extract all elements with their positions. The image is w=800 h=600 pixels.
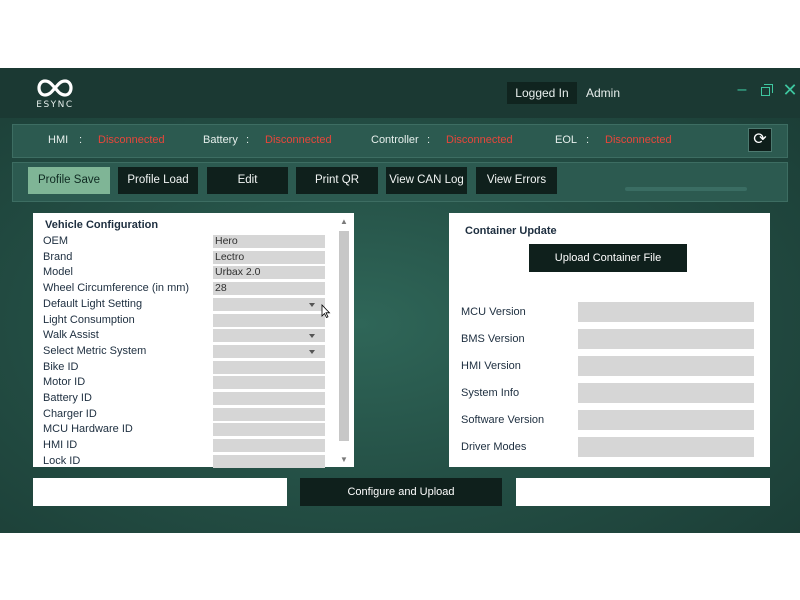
container-update-field[interactable] bbox=[578, 383, 754, 403]
vehicle-config-input[interactable] bbox=[213, 423, 325, 437]
container-update-field[interactable] bbox=[578, 302, 754, 322]
vehicle-config-dropdown[interactable] bbox=[213, 297, 325, 311]
eol-label: EOL bbox=[555, 134, 578, 146]
vehicle-config-label: Lock ID bbox=[43, 454, 81, 467]
progress-bar bbox=[625, 187, 747, 191]
vehicle-config-value: Lectro bbox=[215, 250, 245, 263]
container-update-label: Software Version bbox=[461, 414, 545, 426]
refresh-button[interactable]: ⟳ bbox=[748, 128, 772, 152]
user-name: Admin bbox=[586, 86, 621, 100]
view-can-log-button[interactable]: View CAN Log bbox=[386, 167, 467, 194]
vehicle-config-input[interactable] bbox=[213, 454, 325, 468]
connection-status-bar: HMI : Disconnected Battery : Disconnecte… bbox=[12, 124, 788, 158]
container-update-field[interactable] bbox=[578, 410, 754, 430]
container-update-label: Driver Modes bbox=[461, 441, 527, 453]
logo-text: ESYNC bbox=[36, 100, 74, 110]
configure-and-upload-button[interactable]: Configure and Upload bbox=[300, 478, 502, 506]
controller-separator: : bbox=[427, 134, 431, 146]
chevron-down-icon bbox=[309, 349, 315, 354]
vehicle-config-value: 28 bbox=[215, 282, 227, 295]
hmi-status: Disconnected bbox=[98, 134, 165, 146]
eol-status: Disconnected bbox=[605, 134, 672, 146]
chevron-down-icon bbox=[309, 302, 315, 307]
close-icon[interactable]: ✕ bbox=[782, 81, 798, 99]
vehicle-config-value: Urbax 2.0 bbox=[215, 266, 261, 279]
vehicle-configuration-panel: Vehicle Configuration OEM Hero Brand Lectro… bbox=[33, 213, 354, 468]
container-update-label: BMS Version bbox=[461, 333, 525, 345]
vehicle-config-input[interactable]: 28 bbox=[213, 282, 325, 296]
vehicle-config-input[interactable]: Urbax 2.0 bbox=[213, 266, 325, 280]
vehicle-config-input[interactable]: Hero bbox=[213, 235, 325, 248]
vehicle-config-label: Charger ID bbox=[43, 407, 97, 420]
left-footer-field[interactable] bbox=[33, 478, 287, 506]
view-errors-button[interactable]: View Errors bbox=[476, 167, 557, 194]
restore-icon[interactable] bbox=[759, 82, 775, 98]
container-update-label: HMI Version bbox=[461, 360, 521, 372]
vehicle-config-label: Default Light Setting bbox=[43, 297, 143, 310]
vehicle-config-input[interactable]: Lectro bbox=[213, 250, 325, 264]
battery-status: Disconnected bbox=[265, 134, 332, 146]
edit-button[interactable]: Edit bbox=[207, 167, 288, 194]
container-update-field[interactable] bbox=[578, 437, 754, 457]
scroll-down-icon[interactable]: ▼ bbox=[337, 455, 351, 465]
scroll-up-icon[interactable]: ▲ bbox=[337, 217, 351, 227]
hmi-label: HMI bbox=[48, 134, 69, 146]
mouse-pointer-icon bbox=[321, 304, 331, 318]
vehicle-config-label: Wheel Circumference (in mm) bbox=[43, 282, 190, 295]
eol-separator: : bbox=[586, 134, 590, 146]
login-status-badge: Logged In bbox=[507, 82, 577, 104]
vehicle-configuration-title: Vehicle Configuration bbox=[45, 219, 159, 231]
title-bar: ESYNC Logged In Admin – ✕ bbox=[0, 68, 800, 118]
controller-label: Controller bbox=[371, 134, 419, 146]
vehicle-config-label: Brand bbox=[43, 250, 73, 263]
battery-label: Battery bbox=[203, 134, 238, 146]
vehicle-config-value: Hero bbox=[215, 235, 238, 247]
vehicle-config-label: Select Metric System bbox=[43, 344, 147, 357]
profile-load-button[interactable]: Profile Load bbox=[118, 167, 198, 194]
profile-save-button[interactable]: Profile Save bbox=[28, 167, 110, 194]
vehicle-config-label: MCU Hardware ID bbox=[43, 423, 133, 436]
vehicle-config-label: Model bbox=[43, 266, 73, 279]
container-update-title: Container Update bbox=[465, 225, 557, 237]
vehicle-config-label: Light Consumption bbox=[43, 313, 135, 326]
container-update-field[interactable] bbox=[578, 329, 754, 349]
vehicle-config-dropdown[interactable] bbox=[213, 344, 325, 358]
chevron-down-icon bbox=[309, 334, 315, 339]
scrollbar-thumb[interactable] bbox=[339, 231, 349, 441]
container-update-field[interactable] bbox=[578, 356, 754, 376]
upload-container-file-button[interactable]: Upload Container File bbox=[529, 244, 687, 272]
print-qr-button[interactable]: Print QR bbox=[296, 167, 378, 194]
minimize-icon[interactable]: – bbox=[734, 82, 750, 98]
vehicle-config-label: OEM bbox=[43, 235, 69, 247]
infinity-logo-icon bbox=[37, 79, 73, 97]
vehicle-config-dropdown[interactable] bbox=[213, 329, 325, 343]
container-update-panel: Container Update Upload Container File M… bbox=[449, 213, 770, 467]
vehicle-config-scrollbar[interactable]: ▲ ▼ bbox=[337, 217, 351, 465]
vehicle-config-input[interactable] bbox=[213, 376, 325, 390]
hmi-separator: : bbox=[79, 134, 83, 146]
vehicle-config-label: Battery ID bbox=[43, 392, 92, 404]
vehicle-config-input[interactable] bbox=[213, 407, 325, 421]
vehicle-config-input[interactable] bbox=[213, 313, 325, 327]
app-window: ESYNC Logged In Admin – ✕ HMI : Disconne… bbox=[0, 68, 800, 533]
refresh-icon: ⟳ bbox=[753, 131, 767, 148]
vehicle-config-label: Motor ID bbox=[43, 376, 86, 389]
vehicle-config-input[interactable] bbox=[213, 360, 325, 374]
vehicle-config-input[interactable] bbox=[213, 439, 325, 453]
logo: ESYNC bbox=[32, 78, 78, 114]
battery-separator: : bbox=[246, 134, 250, 146]
controller-status: Disconnected bbox=[446, 134, 513, 146]
container-update-label: System Info bbox=[461, 387, 520, 399]
vehicle-config-label: Bike ID bbox=[43, 360, 79, 373]
container-update-label: MCU Version bbox=[461, 306, 526, 318]
right-footer-field[interactable] bbox=[516, 478, 770, 506]
vehicle-config-label: Walk Assist bbox=[43, 329, 99, 342]
vehicle-config-label: HMI ID bbox=[43, 439, 78, 452]
vehicle-config-input[interactable] bbox=[213, 392, 325, 405]
